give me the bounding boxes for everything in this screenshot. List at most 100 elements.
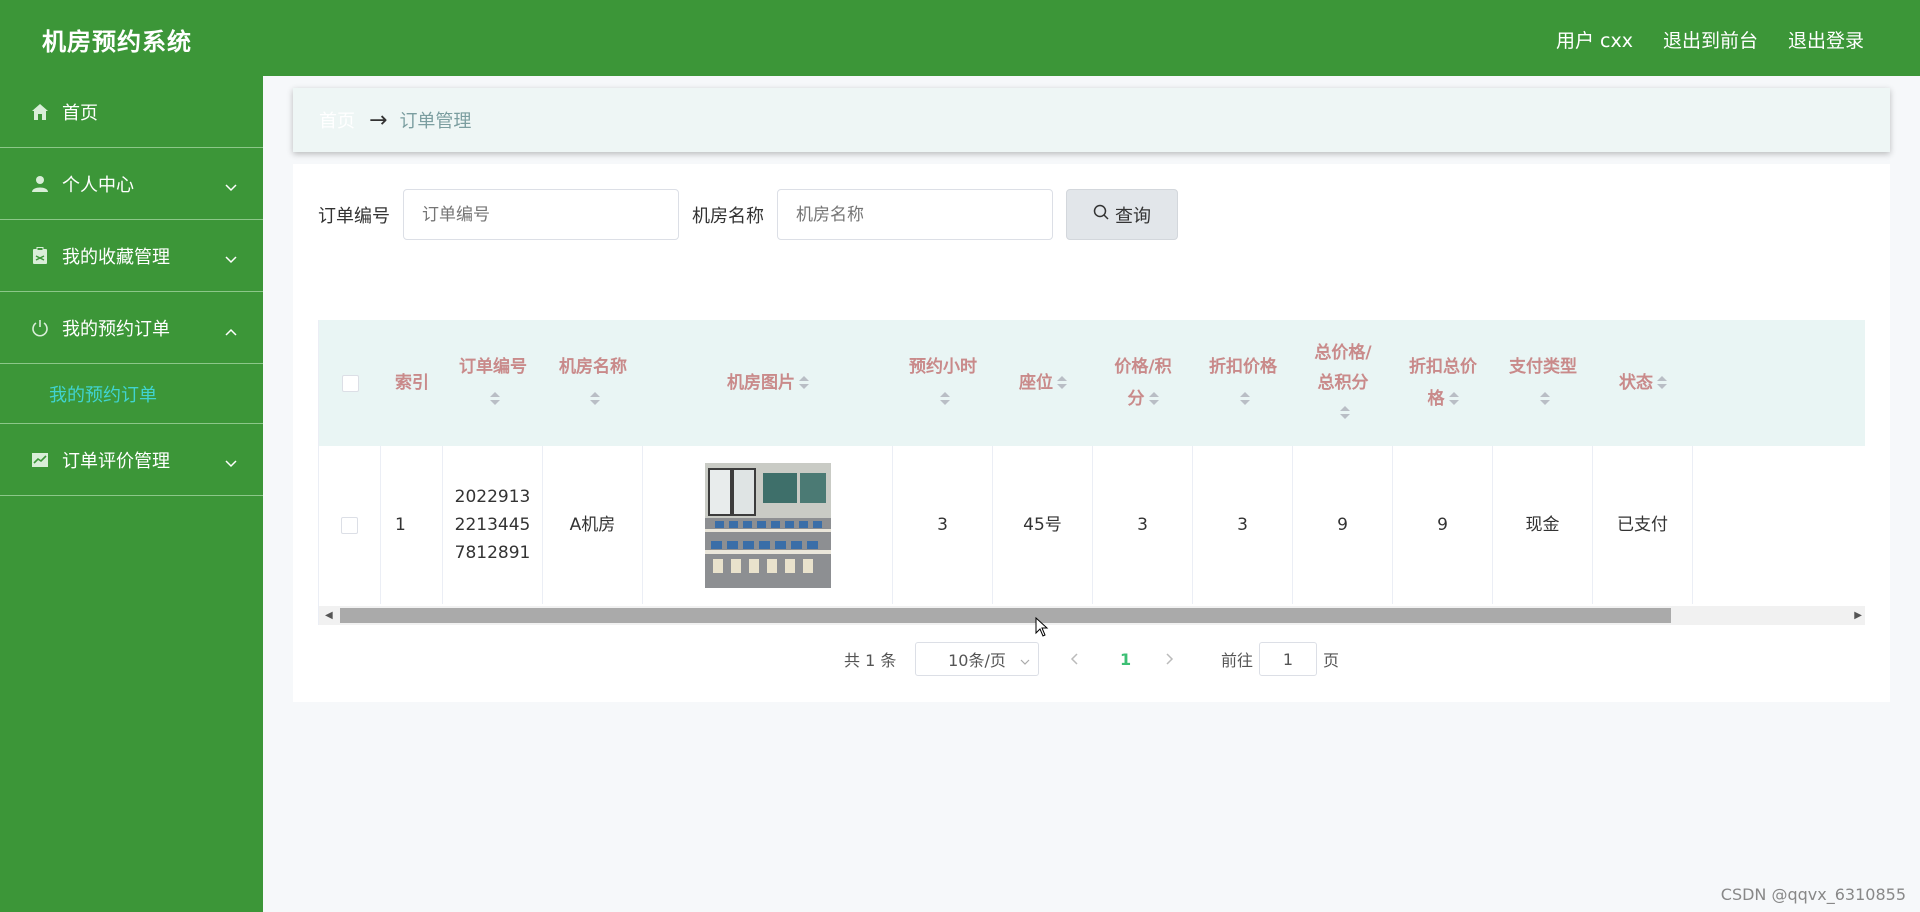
row-checkbox[interactable] (341, 516, 358, 534)
room-image[interactable] (704, 462, 831, 588)
cell-discount-total: 9 (1393, 446, 1493, 604)
cell-price: 3 (1093, 446, 1193, 604)
cell-seat: 45号 (993, 446, 1093, 604)
next-page-icon[interactable] (1166, 642, 1174, 676)
sidebar-item-reviews[interactable]: 订单评价管理 (0, 424, 263, 496)
page-size-select[interactable]: 10条/页 (915, 642, 1039, 676)
room-name-input[interactable] (777, 189, 1053, 240)
cell-total: 9 (1293, 446, 1393, 604)
sort-icon[interactable] (1340, 406, 1350, 420)
pagination: 共 1 条 10条/页 1 前往 1 页 (293, 642, 1890, 676)
column-header-label: 折扣价格 (1209, 357, 1277, 377)
scrollbar-thumb[interactable] (340, 608, 1671, 623)
column-header-label: 支付类型 (1509, 357, 1577, 377)
order-no-label: 订单编号 (318, 206, 390, 227)
page-size-value: 10条/页 (948, 651, 1006, 670)
home-icon (30, 102, 50, 122)
sort-icon[interactable] (490, 392, 500, 406)
scroll-right-icon[interactable]: ▶ (1854, 610, 1862, 621)
chevron-down-icon (225, 452, 237, 473)
select-all-checkbox[interactable] (341, 374, 359, 392)
column-header-room-image[interactable]: 机房图片 (643, 320, 893, 446)
column-header-seat[interactable]: 座位 (993, 320, 1093, 446)
app-title: 机房预约系统 (42, 28, 192, 56)
main-content: 订单编号 机房名称 查询 索引 订单编号 机房名称 机房图片 (293, 164, 1890, 702)
mouse-cursor-icon (1035, 617, 1049, 637)
header-links: 用户 cxx 退出到前台 退出登录 (1556, 26, 1864, 53)
watermark: CSDN @qqvx_6310855 (1720, 885, 1906, 904)
sidebar-item-favorites[interactable]: 我的收藏管理 (0, 220, 263, 292)
sidebar-item-orders[interactable]: 我的预约订单 (0, 292, 263, 364)
column-header-index: 索引 (381, 320, 443, 446)
order-no-line: 2022913 (454, 487, 531, 507)
column-header-hours[interactable]: 预约小时 (893, 320, 993, 446)
column-header-order-no[interactable]: 订单编号 (443, 320, 543, 446)
breadcrumb-home[interactable]: 首页 (319, 107, 355, 133)
chevron-down-icon (1020, 650, 1030, 669)
breadcrumb-current: 订单管理 (399, 111, 472, 132)
sort-icon[interactable] (1148, 392, 1159, 406)
pagination-total: 共 1 条 (844, 651, 897, 670)
sort-icon[interactable] (1057, 376, 1067, 390)
chevron-down-icon (225, 176, 237, 197)
order-no-input[interactable] (403, 189, 679, 240)
sidebar-item-label: 订单评价管理 (62, 450, 170, 472)
column-header-pay-type[interactable]: 支付类型 (1493, 320, 1593, 446)
column-header-price[interactable]: 价格/积分 (1093, 320, 1193, 446)
cell-hours: 3 (893, 446, 993, 604)
column-header-status[interactable]: 状态 (1593, 320, 1693, 446)
column-header-label: 索引 (395, 373, 429, 393)
column-header-label: 价格/积分 (1114, 357, 1172, 409)
clipboard-icon (30, 246, 50, 266)
horizontal-scrollbar[interactable]: ◀ ▶ (319, 606, 1865, 625)
column-header-label: 总价格/总积分 (1314, 343, 1372, 393)
cell-order-no: 2022913 2213445 7812891 (443, 446, 543, 604)
sort-icon[interactable] (590, 392, 600, 406)
scroll-left-icon[interactable]: ◀ (325, 610, 333, 621)
exit-to-front-link[interactable]: 退出到前台 (1663, 26, 1758, 53)
order-no-line: 7812891 (454, 543, 531, 563)
chevron-down-icon (225, 248, 237, 269)
column-header-discount-total[interactable]: 折扣总价格 (1393, 320, 1493, 446)
row-select-cell (319, 446, 381, 604)
cell-discount-price: 3 (1193, 446, 1293, 604)
sidebar: 首页 个人中心 我的收藏管理 我的预约订单 我的预约订单 订单评价管理 (0, 76, 263, 912)
sidebar-subitem-my-orders[interactable]: 我的预约订单 (0, 364, 263, 424)
sort-icon[interactable] (1540, 392, 1550, 406)
goto-page-input[interactable]: 1 (1259, 642, 1317, 676)
arrow-right-icon: → (369, 107, 388, 133)
prev-page-icon[interactable] (1070, 642, 1078, 676)
sidebar-item-profile[interactable]: 个人中心 (0, 148, 263, 220)
chevron-up-icon (225, 320, 237, 341)
cell-pay-type: 现金 (1493, 446, 1593, 604)
page-number-current[interactable]: 1 (1120, 642, 1131, 676)
column-header-label: 座位 (1019, 373, 1053, 393)
goto-label: 前往 (1221, 651, 1254, 670)
column-header-room-name[interactable]: 机房名称 (543, 320, 643, 446)
sort-icon[interactable] (799, 376, 809, 390)
search-icon (1093, 204, 1109, 225)
top-header: 机房预约系统 用户 cxx 退出到前台 退出登录 (0, 0, 1920, 76)
logout-link[interactable]: 退出登录 (1788, 26, 1864, 53)
power-icon (30, 318, 50, 338)
column-header-discount-price[interactable]: 折扣价格 (1193, 320, 1293, 446)
user-icon (30, 174, 50, 194)
sidebar-item-label: 首页 (62, 102, 98, 124)
sort-icon[interactable] (1448, 392, 1459, 406)
sidebar-item-label: 个人中心 (62, 174, 134, 196)
sort-icon[interactable] (940, 392, 950, 406)
sidebar-item-home[interactable]: 首页 (0, 76, 263, 148)
orders-table: 索引 订单编号 机房名称 机房图片 预约小时 座位 价格/积分 折扣价格 总价格… (318, 320, 1865, 625)
cell-status: 已支付 (1593, 446, 1693, 604)
column-header-label: 机房名称 (559, 357, 627, 377)
table-row: 1 2022913 2213445 7812891 A机房 3 45号 3 3 … (319, 446, 1865, 604)
sidebar-item-label: 我的预约订单 (62, 318, 170, 340)
cell-room-image (643, 446, 893, 604)
sort-icon[interactable] (1657, 376, 1667, 390)
sort-icon[interactable] (1240, 392, 1250, 406)
column-header-total[interactable]: 总价格/总积分 (1293, 320, 1393, 446)
user-name-link[interactable]: 用户 cxx (1556, 26, 1633, 53)
search-button[interactable]: 查询 (1066, 189, 1178, 240)
search-button-label: 查询 (1115, 205, 1151, 227)
room-name-label: 机房名称 (692, 206, 764, 227)
